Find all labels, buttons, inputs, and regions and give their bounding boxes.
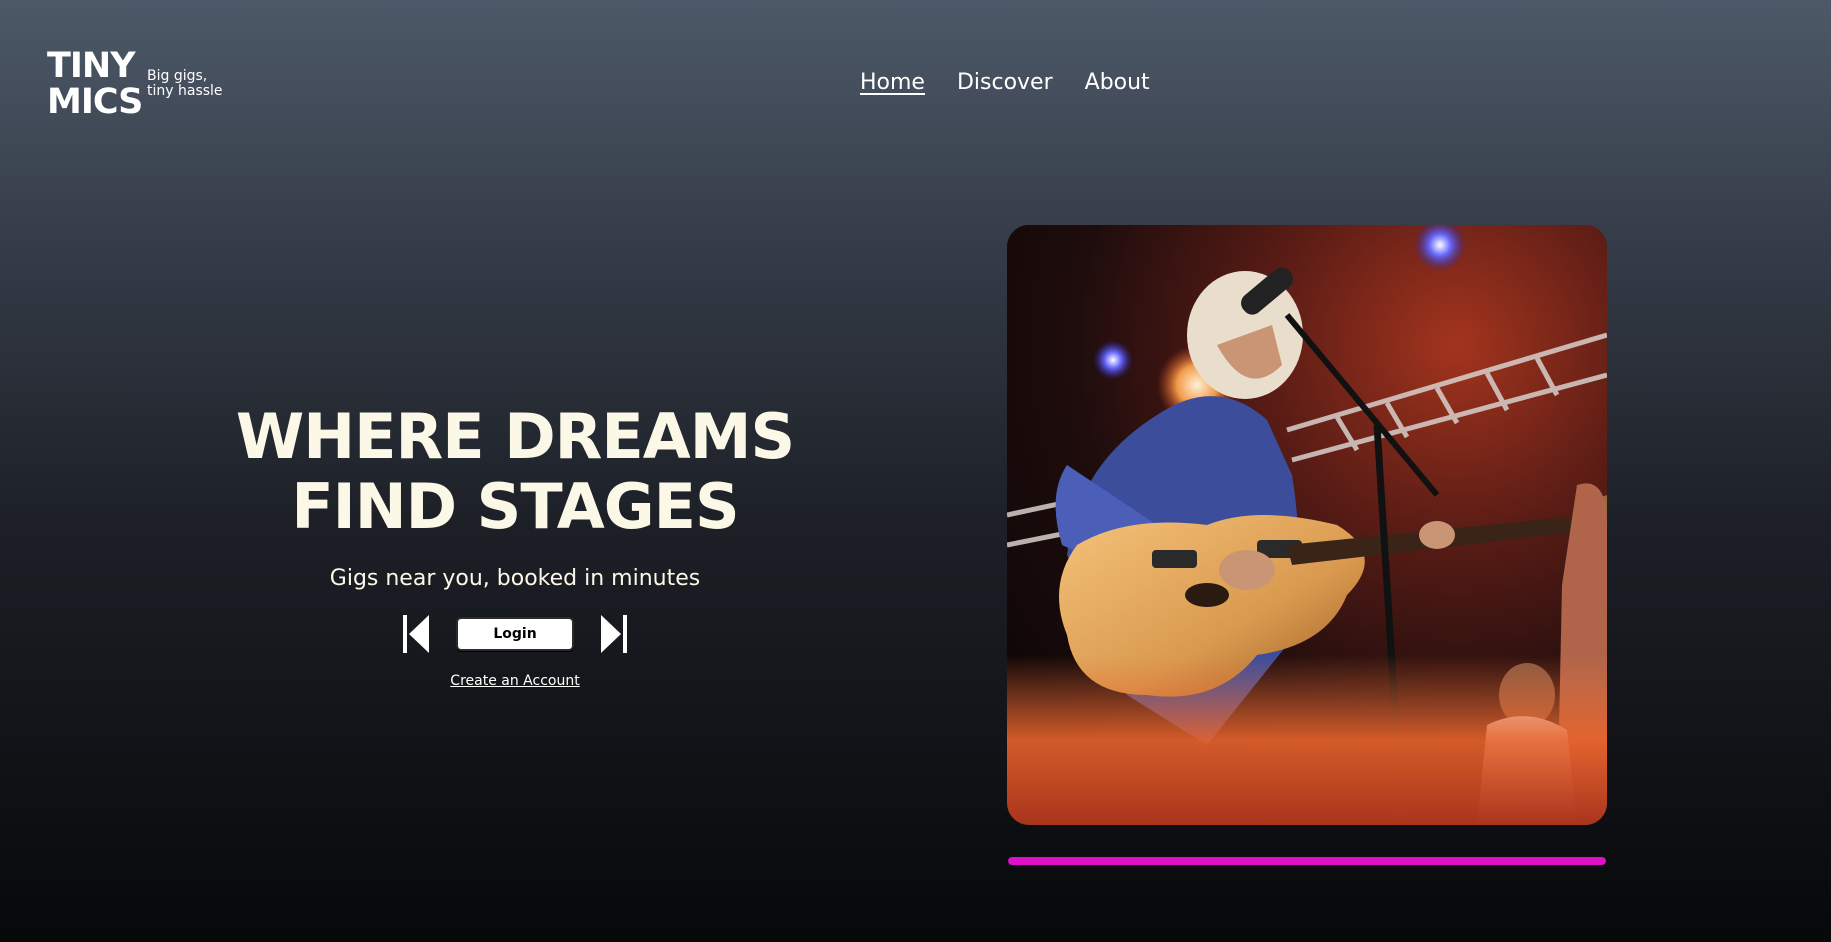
hero-title-line-1: WHERE DREAMS xyxy=(235,400,795,473)
nav-link-about[interactable]: About xyxy=(1085,70,1150,95)
carousel-progress-bar xyxy=(1008,857,1606,865)
nav-link-home[interactable]: Home xyxy=(860,70,925,95)
skip-previous-icon[interactable] xyxy=(402,613,430,655)
logo-tagline: Big gigs, tiny hassle xyxy=(147,69,237,99)
hero-title: WHERE DREAMS FIND STAGES xyxy=(200,402,830,542)
logo[interactable]: TINY MICS Big gigs, tiny hassle xyxy=(47,46,223,122)
tagline-line-1: Big gigs, xyxy=(147,68,208,84)
main-nav: Home Discover About xyxy=(860,70,1150,95)
hero-title-line-2: FIND STAGES xyxy=(291,470,739,543)
hero-controls: Login xyxy=(200,613,830,655)
guitarist-image xyxy=(1007,225,1607,825)
tagline-line-2: tiny hassle xyxy=(147,83,223,99)
carousel-progress-fill xyxy=(1008,857,1606,865)
hero-photo xyxy=(1007,225,1607,825)
logo-line-2: MICS xyxy=(47,82,143,122)
nav-link-discover[interactable]: Discover xyxy=(957,70,1053,95)
logo-wordmark: TINY MICS xyxy=(47,46,143,122)
hero-subtitle: Gigs near you, booked in minutes xyxy=(329,566,701,591)
hero-section: WHERE DREAMS FIND STAGES Gigs near you, … xyxy=(200,402,830,690)
logo-line-1: TINY xyxy=(47,46,136,86)
skip-next-icon[interactable] xyxy=(600,613,628,655)
create-account-link[interactable]: Create an Account xyxy=(450,673,579,689)
login-button[interactable]: Login xyxy=(456,617,574,651)
